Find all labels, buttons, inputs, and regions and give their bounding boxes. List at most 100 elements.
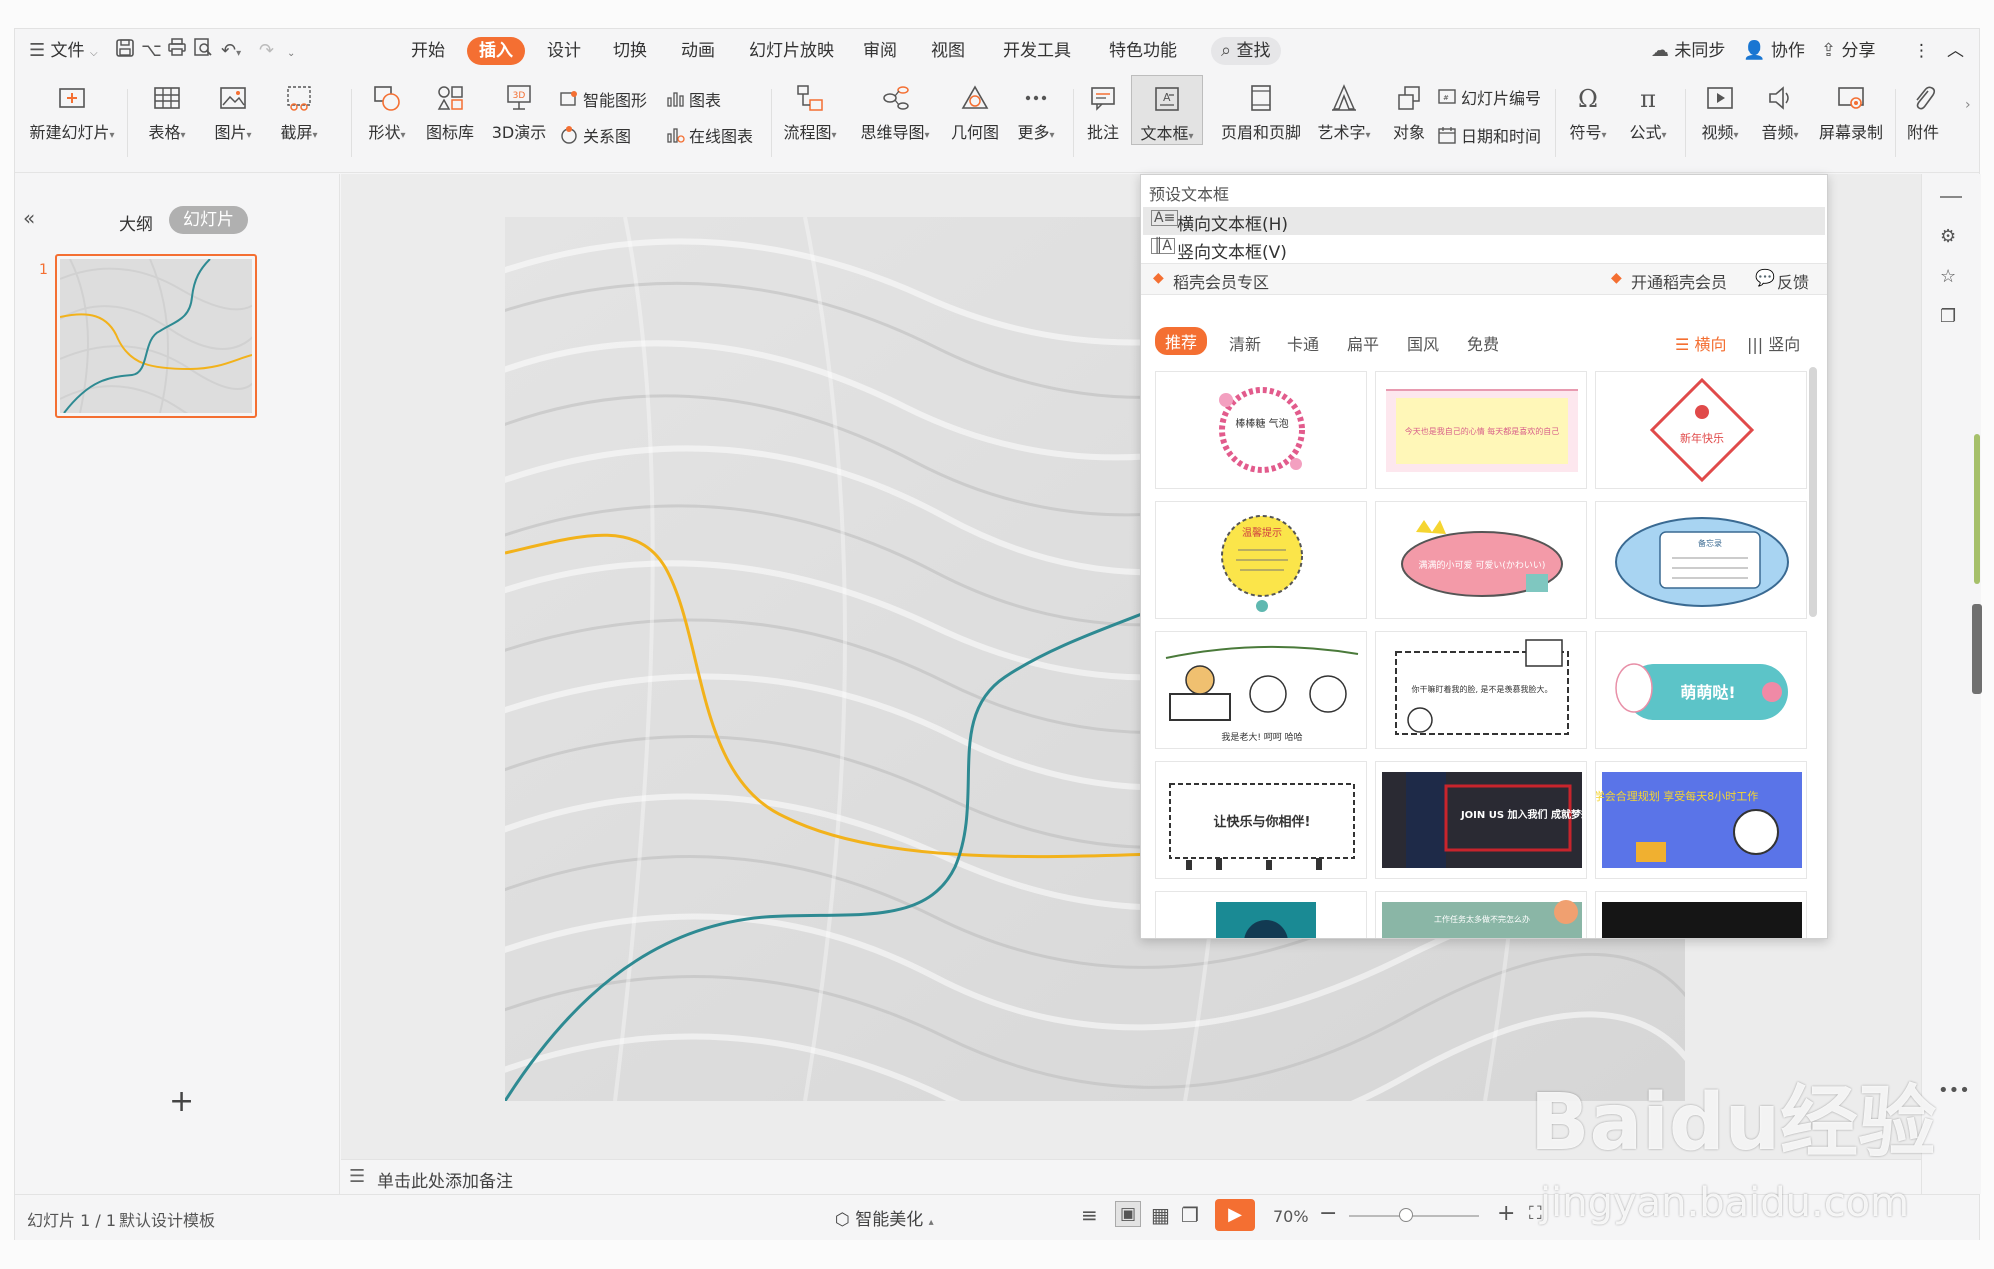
- print-icon[interactable]: [167, 37, 187, 65]
- smart-beautify-button[interactable]: ⬡ 智能美化 ▴: [835, 1205, 934, 1230]
- template-card[interactable]: 新年快乐: [1595, 371, 1807, 489]
- tab-animation[interactable]: 动画: [681, 37, 715, 65]
- object-button[interactable]: 对象: [1389, 79, 1429, 143]
- filter-tab-cartoon[interactable]: 卡通: [1287, 331, 1319, 355]
- print-preview-icon[interactable]: [193, 37, 213, 65]
- icon-library-button[interactable]: 图标库: [423, 79, 477, 143]
- filter-tab-chinese[interactable]: 国风: [1407, 331, 1439, 355]
- template-card[interactable]: 备忘录: [1595, 501, 1807, 619]
- picture-button[interactable]: 图片▾: [211, 79, 255, 143]
- slide-number-button[interactable]: # 幻灯片编号: [1437, 85, 1541, 109]
- table-button[interactable]: 表格▾: [145, 79, 189, 143]
- template-card[interactable]: [1595, 891, 1807, 938]
- screenshot-button[interactable]: 截屏▾: [277, 79, 321, 143]
- copy-icon[interactable]: ❐: [1940, 306, 1956, 327]
- filter-tab-flat[interactable]: 扁平: [1347, 331, 1379, 355]
- zoom-in-icon[interactable]: +: [1497, 1201, 1515, 1226]
- relation-button[interactable]: 关系图: [559, 123, 631, 147]
- more-horizontal-icon[interactable]: •••: [1938, 1080, 1970, 1101]
- horizontal-textbox-item[interactable]: A≡ 横向文本框(H): [1143, 207, 1825, 235]
- symbol-button[interactable]: Ω 符号▾: [1563, 79, 1613, 143]
- undo-icon[interactable]: ↶▾: [221, 37, 241, 65]
- zoom-slider-handle[interactable]: [1399, 1208, 1413, 1222]
- file-menu[interactable]: ☰ 文件 ⌵: [29, 37, 98, 65]
- tab-slideshow[interactable]: 幻灯片放映: [749, 37, 834, 65]
- new-slide-button[interactable]: 新建幻灯片▾: [27, 79, 117, 143]
- star-icon[interactable]: ☆: [1940, 266, 1956, 287]
- search-box[interactable]: ⌕ 查找: [1211, 37, 1281, 65]
- gallery-scrollbar[interactable]: [1809, 367, 1817, 617]
- template-card[interactable]: 学会合理规划 享受每天8小时工作: [1595, 761, 1807, 879]
- tab-design[interactable]: 设计: [547, 37, 581, 65]
- shape-button[interactable]: 形状▾: [359, 79, 415, 143]
- template-card[interactable]: 你干嘛盯着我的脸, 是不是羡慕我脸大。: [1375, 631, 1587, 749]
- open-member-link[interactable]: 开通稻壳会员: [1631, 269, 1727, 293]
- geometry-button[interactable]: 几何图: [949, 79, 1001, 143]
- zoom-level[interactable]: 70%: [1273, 1207, 1309, 1226]
- tab-start[interactable]: 开始: [411, 37, 445, 65]
- template-card[interactable]: 今天也是我自己的心情 每天都是喜欢的自己: [1375, 371, 1587, 489]
- tab-view[interactable]: 视图: [931, 37, 965, 65]
- flowchart-button[interactable]: 流程图▾: [777, 79, 843, 143]
- reading-view-icon[interactable]: ❐: [1181, 1203, 1199, 1227]
- save-icon[interactable]: [115, 37, 135, 65]
- tab-insert[interactable]: 插入: [467, 37, 525, 65]
- normal-view-icon[interactable]: ▣: [1115, 1201, 1141, 1227]
- ribbon-scroll-right-icon[interactable]: ›: [1965, 97, 1979, 157]
- chart-button[interactable]: 图表: [665, 87, 721, 111]
- datetime-button[interactable]: 日期和时间: [1437, 123, 1541, 147]
- orient-horizontal-tab[interactable]: ☰ 横向: [1675, 331, 1726, 355]
- zoom-out-icon[interactable]: −: [1319, 1201, 1337, 1226]
- template-card[interactable]: JOIN US 加入我们 成就梦想: [1375, 761, 1587, 879]
- slide-thumbnail-1[interactable]: [55, 254, 261, 428]
- template-card[interactable]: 温馨提示: [1155, 501, 1367, 619]
- notes-toggle-icon[interactable]: ≡: [1081, 1203, 1098, 1227]
- feedback-link[interactable]: 反馈: [1777, 269, 1809, 293]
- side-scroll-handle[interactable]: [1972, 604, 1982, 694]
- template-card[interactable]: 满满的小可爱 可爱い(かわいい): [1375, 501, 1587, 619]
- play-slideshow-button[interactable]: ▶: [1215, 1199, 1255, 1231]
- collapse-ribbon-icon[interactable]: ︿: [1947, 37, 1964, 65]
- tab-review[interactable]: 审阅: [863, 37, 897, 65]
- template-card[interactable]: 工作任务太多做不完怎么办: [1375, 891, 1587, 938]
- online-chart-button[interactable]: 在线图表: [665, 123, 753, 147]
- tab-transition[interactable]: 切换: [613, 37, 647, 65]
- add-slide-button[interactable]: +: [169, 1084, 194, 1119]
- vertical-textbox-item[interactable]: ║A 竖向文本框(V): [1143, 235, 1825, 263]
- template-card[interactable]: [1155, 891, 1367, 938]
- filter-tab-fresh[interactable]: 清新: [1229, 331, 1261, 355]
- tab-features[interactable]: 特色功能: [1109, 37, 1177, 65]
- 3d-demo-button[interactable]: 3D 3D演示: [489, 79, 549, 143]
- template-name[interactable]: 默认设计模板: [119, 1207, 215, 1231]
- outline-tab[interactable]: 大纲: [119, 210, 153, 235]
- wordart-button[interactable]: 艺术字▾: [1313, 79, 1375, 143]
- template-card[interactable]: 我是老大! 呵呵 哈哈: [1155, 631, 1367, 749]
- redo-icon[interactable]: ↷: [259, 37, 274, 65]
- slides-tab[interactable]: 幻灯片: [169, 206, 248, 234]
- mindmap-button[interactable]: 思维导图▾: [855, 79, 935, 143]
- screen-record-button[interactable]: 屏幕录制: [1815, 79, 1887, 143]
- video-button[interactable]: 视频▾: [1695, 79, 1745, 143]
- smart-shape-button[interactable]: 智能图形: [559, 87, 647, 111]
- textbox-button[interactable]: A 文本框▾: [1131, 75, 1203, 145]
- more-vertical-icon[interactable]: ⋮: [1913, 37, 1930, 65]
- template-card[interactable]: 萌萌哒!: [1595, 631, 1807, 749]
- comment-button[interactable]: 批注: [1081, 79, 1125, 143]
- zoom-slider[interactable]: [1349, 1215, 1479, 1217]
- settings-sliders-icon[interactable]: ⚙: [1940, 226, 1956, 247]
- orient-vertical-tab[interactable]: ||| 竖向: [1747, 331, 1800, 355]
- attachment-button[interactable]: 附件: [1903, 79, 1943, 143]
- header-footer-button[interactable]: 页眉和页脚: [1217, 79, 1305, 143]
- filter-tab-free[interactable]: 免费: [1467, 331, 1499, 355]
- filter-tab-recommended[interactable]: 推荐: [1155, 327, 1208, 355]
- template-card[interactable]: 棒棒糖 气泡: [1155, 371, 1367, 489]
- tab-developer[interactable]: 开发工具: [1003, 37, 1071, 65]
- format-painter-icon[interactable]: ⌥: [141, 37, 162, 65]
- audio-button[interactable]: 音频▾: [1755, 79, 1805, 143]
- collab-button[interactable]: 👤 协作: [1743, 37, 1805, 65]
- share-button[interactable]: ⇪ 分享: [1821, 37, 1876, 65]
- formula-button[interactable]: π 公式▾: [1623, 79, 1673, 143]
- sync-status[interactable]: ☁ 未同步: [1651, 37, 1725, 65]
- more-button[interactable]: 更多▾: [1011, 79, 1061, 143]
- quick-access-more-icon[interactable]: ⌄: [287, 37, 295, 65]
